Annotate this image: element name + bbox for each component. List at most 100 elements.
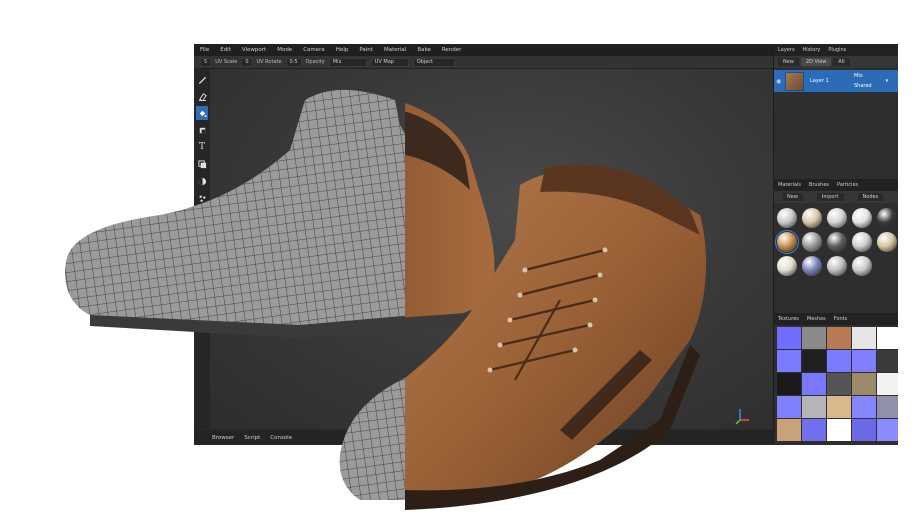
menu-camera[interactable]: Camera: [303, 47, 325, 53]
material-swatch[interactable]: [802, 232, 822, 252]
material-swatch[interactable]: [852, 256, 872, 276]
material-swatch[interactable]: [827, 208, 847, 228]
tab-script[interactable]: Script: [244, 435, 260, 441]
texture-swatch[interactable]: [777, 419, 801, 441]
layer-mode-select[interactable]: Shared: [854, 83, 872, 89]
texture-swatch[interactable]: [852, 419, 876, 441]
texture-swatch[interactable]: [877, 396, 898, 418]
chevron-down-icon[interactable]: ▾: [886, 78, 889, 84]
texture-swatch[interactable]: [802, 396, 826, 418]
brush-size-field[interactable]: 5: [200, 57, 212, 67]
texture-swatch[interactable]: [802, 373, 826, 395]
material-swatch[interactable]: [802, 208, 822, 228]
materials-tabs: Materials Brushes Particles: [774, 179, 898, 191]
uv-map-select[interactable]: UV Map: [370, 57, 409, 67]
texture-swatch[interactable]: [827, 419, 851, 441]
particle-icon[interactable]: [196, 191, 208, 205]
picker-icon[interactable]: [196, 208, 208, 222]
2d-view-button[interactable]: 2D View: [800, 58, 832, 66]
texture-swatch[interactable]: [802, 350, 826, 372]
object-select[interactable]: Object: [412, 57, 455, 67]
tab-console[interactable]: Console: [270, 435, 292, 441]
texture-swatch[interactable]: [777, 396, 801, 418]
menu-bar: File Edit Viewport Mode Camera Help Pain…: [194, 44, 773, 56]
tab-brushes[interactable]: Brushes: [809, 182, 829, 188]
texture-swatch[interactable]: [877, 327, 898, 349]
tab-layers[interactable]: Layers: [778, 47, 795, 53]
layer-row[interactable]: ◉ Layer 1 Mix Shared ▾: [774, 70, 898, 92]
eye-icon[interactable]: ◉: [776, 78, 784, 85]
material-swatch[interactable]: [802, 256, 822, 276]
materials-section: Materials Brushes Particles New Import N…: [774, 179, 898, 281]
layer-thumbnail: [785, 71, 804, 91]
menu-paint[interactable]: Paint: [359, 47, 373, 53]
texture-swatch[interactable]: [802, 419, 826, 441]
eraser-icon[interactable]: [196, 89, 208, 103]
texture-swatch[interactable]: [827, 327, 851, 349]
texture-swatch[interactable]: [852, 396, 876, 418]
clone-icon[interactable]: [196, 157, 208, 171]
stamp-icon[interactable]: [196, 123, 208, 137]
material-swatch[interactable]: [877, 208, 897, 228]
tab-materials[interactable]: Materials: [778, 182, 801, 188]
material-swatch[interactable]: [827, 232, 847, 252]
new-layer-button[interactable]: New: [778, 58, 799, 66]
layers-tabs: Layers History Plugins: [774, 44, 898, 56]
material-swatch[interactable]: [777, 208, 797, 228]
material-swatch[interactable]: [877, 232, 897, 252]
tab-textures[interactable]: Textures: [778, 316, 799, 322]
material-swatch[interactable]: [827, 256, 847, 276]
texture-swatch[interactable]: [852, 327, 876, 349]
menu-file[interactable]: File: [200, 47, 209, 53]
texture-swatch[interactable]: [777, 350, 801, 372]
uv-scale-label: UV Scale: [215, 59, 238, 65]
material-swatch[interactable]: [775, 230, 799, 254]
menu-viewport[interactable]: Viewport: [242, 47, 266, 53]
all-button[interactable]: All: [833, 58, 850, 66]
3d-viewport[interactable]: [210, 69, 773, 429]
stage: File Edit Viewport Mode Camera Help Pain…: [0, 0, 913, 530]
menu-material[interactable]: Material: [384, 47, 406, 53]
material-swatch[interactable]: [852, 208, 872, 228]
new-material-button[interactable]: New: [782, 193, 803, 201]
material-swatch[interactable]: [852, 232, 872, 252]
layer-buttons: New 2D View All: [774, 56, 898, 68]
tab-plugins[interactable]: Plugins: [828, 47, 846, 53]
import-material-button[interactable]: Import: [816, 193, 844, 201]
tab-browser[interactable]: Browser: [212, 435, 234, 441]
uv-rotate-label: UV Rotate: [256, 59, 282, 65]
texture-swatch[interactable]: [852, 350, 876, 372]
material-buttons: New Import Nodes: [774, 191, 898, 203]
texture-swatch[interactable]: [827, 396, 851, 418]
tab-history[interactable]: History: [803, 47, 821, 53]
texture-swatch[interactable]: [877, 350, 898, 372]
texture-swatch[interactable]: [827, 350, 851, 372]
tab-fonts[interactable]: Fonts: [834, 316, 848, 322]
menu-mode[interactable]: Mode: [277, 47, 292, 53]
tool-rail: T: [194, 69, 210, 429]
texture-swatch[interactable]: [852, 373, 876, 395]
opacity-label: Opacity: [305, 59, 325, 65]
blur-icon[interactable]: [196, 174, 208, 188]
nodes-button[interactable]: Nodes: [857, 193, 884, 201]
uv-scale-field[interactable]: 0: [241, 57, 253, 67]
texture-swatch[interactable]: [777, 373, 801, 395]
texture-swatch[interactable]: [777, 327, 801, 349]
menu-render[interactable]: Render: [442, 47, 462, 53]
tab-meshes[interactable]: Meshes: [807, 316, 826, 322]
material-swatch[interactable]: [777, 256, 797, 276]
menu-edit[interactable]: Edit: [220, 47, 231, 53]
menu-help[interactable]: Help: [336, 47, 349, 53]
texture-swatch[interactable]: [802, 327, 826, 349]
menu-bake[interactable]: Bake: [417, 47, 431, 53]
text-icon[interactable]: T: [196, 140, 208, 154]
uv-rotate-field[interactable]: 0.5: [285, 57, 302, 67]
fill-icon[interactable]: [196, 106, 208, 120]
texture-swatch[interactable]: [827, 373, 851, 395]
layer-blend-select[interactable]: Mix: [854, 73, 872, 79]
tab-particles[interactable]: Particles: [837, 182, 858, 188]
blend-mode-select[interactable]: Mix: [328, 57, 367, 67]
texture-swatch[interactable]: [877, 373, 898, 395]
texture-swatch[interactable]: [877, 419, 898, 441]
brush-icon[interactable]: [196, 72, 208, 86]
